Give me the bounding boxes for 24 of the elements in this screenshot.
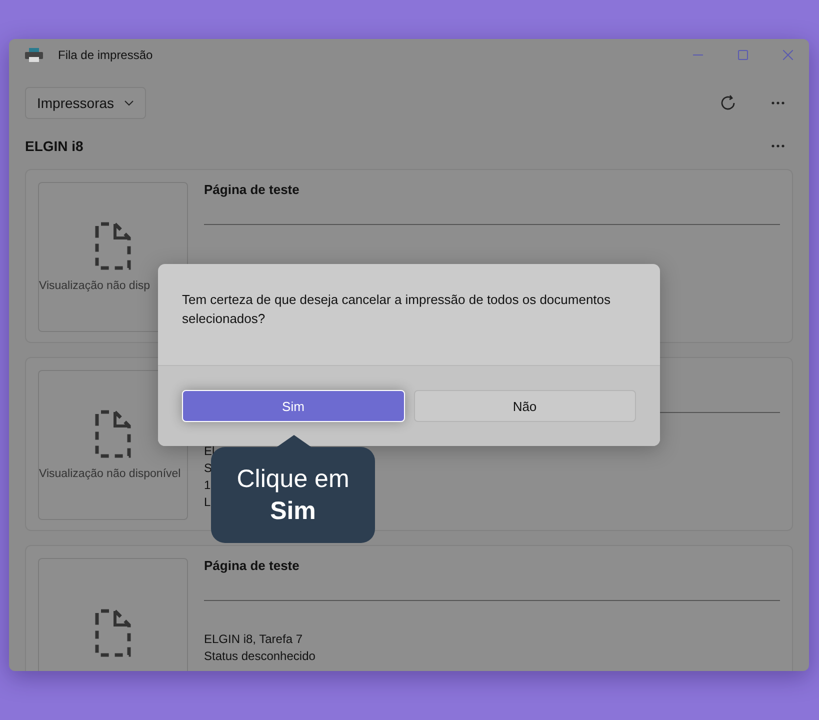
file-icon: [95, 410, 131, 458]
job-detail: L: [204, 494, 211, 511]
job-title: Página de teste: [204, 182, 300, 197]
job-detail: S: [204, 460, 212, 477]
yes-button[interactable]: Sim: [182, 390, 404, 422]
no-button[interactable]: Não: [414, 390, 636, 422]
printer-name: ELGIN i8: [25, 138, 84, 154]
job-detail: ELGIN i8, Tarefa 7: [204, 631, 302, 648]
preview-text: Visualização não disp: [39, 280, 150, 292]
job-detail: 1: [204, 477, 211, 494]
printer-icon: [25, 48, 43, 62]
file-icon: [95, 222, 131, 270]
tooltip-text: Clique em Sim: [236, 464, 350, 527]
job-title: Página de teste: [204, 558, 300, 573]
more-icon[interactable]: [771, 144, 785, 148]
more-icon[interactable]: [771, 101, 785, 105]
job-detail: Status desconhecido: [204, 648, 316, 665]
preview-text: Visualização não disponível: [39, 468, 181, 480]
job-card[interactable]: Página de teste ELGIN i8, Tarefa 7 Status desconhecido: [25, 545, 793, 671]
printers-dropdown[interactable]: Impressoras: [25, 87, 146, 119]
chevron-down-icon: [124, 100, 134, 106]
window-title: Fila de impressão: [58, 48, 153, 62]
file-icon: [95, 609, 131, 657]
refresh-icon[interactable]: [719, 94, 737, 112]
